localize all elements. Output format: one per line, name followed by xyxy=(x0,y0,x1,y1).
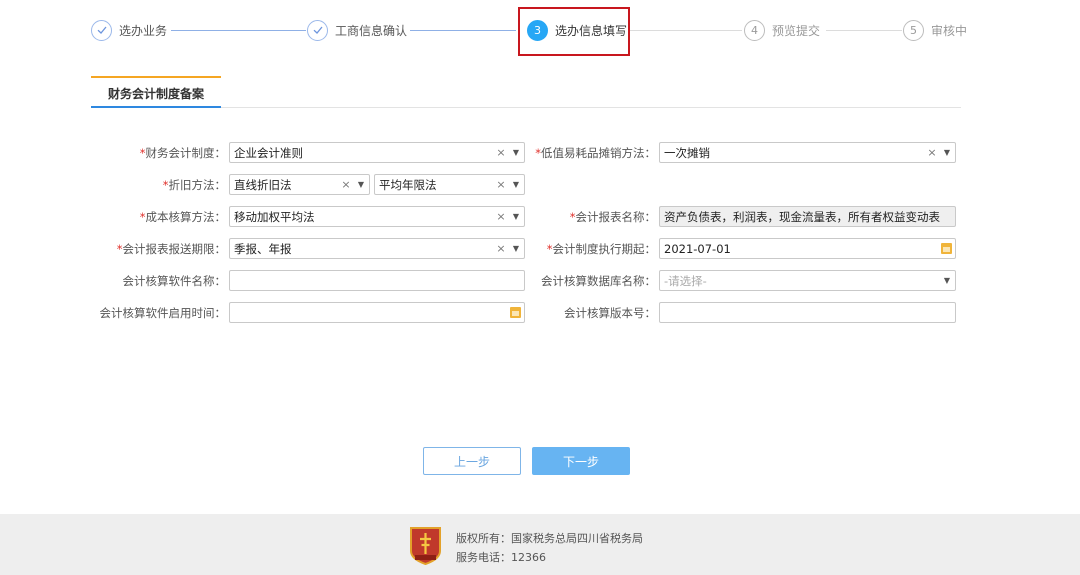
clear-icon[interactable]: × xyxy=(339,178,353,191)
tab-divider xyxy=(91,107,961,108)
depreciation-select-1[interactable]: 直线折旧法 × ▼ xyxy=(229,174,370,195)
cost-method-label: *成本核算方法： xyxy=(139,210,226,224)
progress-steps: 选办业务 工商信息确认 3 选办信息填写 4 预览提交 5 审核中 xyxy=(0,0,1080,60)
copyright-text: 版权所有：国家税务总局四川省税务局 xyxy=(456,532,643,545)
field-value: 资产负债表，利润表，现金流量表，所有者权益变动表 xyxy=(664,209,940,224)
check-icon xyxy=(307,19,328,41)
field-value: 2021-07-01 xyxy=(664,241,731,256)
prev-step-button[interactable]: 上一步 xyxy=(423,447,521,475)
clear-icon[interactable]: × xyxy=(494,210,508,223)
clear-icon[interactable]: × xyxy=(494,178,508,191)
software-name-input[interactable] xyxy=(229,270,525,291)
step-preview-submit[interactable]: 4 预览提交 xyxy=(744,19,820,41)
report-period-select[interactable]: 季报、年报 × ▼ xyxy=(229,238,525,259)
next-step-button[interactable]: 下一步 xyxy=(532,447,630,475)
accounting-system-select[interactable]: 企业会计准则 × ▼ xyxy=(229,142,525,163)
software-start-label: 会计核算软件启用时间： xyxy=(99,306,227,320)
select-value: 一次摊销 xyxy=(664,145,710,160)
software-start-input[interactable] xyxy=(229,302,525,323)
step-connector xyxy=(410,30,516,31)
low-value-method-select[interactable]: 一次摊销 × ▼ xyxy=(659,142,956,163)
clear-icon[interactable]: × xyxy=(925,146,939,159)
report-name-label: *会计报表名称： xyxy=(569,210,656,224)
low-value-method-label: *低值易耗品摊销方法： xyxy=(535,146,656,160)
check-icon xyxy=(91,19,112,41)
depreciation-label: *折旧方法： xyxy=(162,178,226,192)
calendar-icon[interactable] xyxy=(937,243,955,254)
chevron-down-icon[interactable]: ▼ xyxy=(939,148,955,157)
step-number: 4 xyxy=(744,19,765,41)
step-number: 5 xyxy=(903,19,924,41)
step-label: 选办业务 xyxy=(119,23,168,38)
chevron-down-icon[interactable]: ▼ xyxy=(508,180,524,189)
tax-emblem-icon xyxy=(409,525,442,566)
tab-active-indicator xyxy=(91,106,221,108)
clear-icon[interactable]: × xyxy=(494,146,508,159)
service-phone-text: 服务电话：12366 xyxy=(456,551,546,564)
step-connector xyxy=(826,30,902,31)
footer: 版权所有：国家税务总局四川省税务局 服务电话：12366 xyxy=(0,514,1080,575)
select-value: 企业会计准则 xyxy=(234,145,303,160)
chevron-down-icon[interactable]: ▼ xyxy=(939,276,955,285)
step-select-business[interactable]: 选办业务 xyxy=(91,19,167,41)
step-connector xyxy=(171,30,306,31)
tab-accounting-system-filing[interactable]: 财务会计制度备案 xyxy=(91,76,221,109)
step-under-review[interactable]: 5 审核中 xyxy=(903,19,967,41)
step-label: 工商信息确认 xyxy=(335,23,408,38)
step-business-info-confirm[interactable]: 工商信息确认 xyxy=(307,19,407,41)
clear-icon[interactable]: × xyxy=(494,242,508,255)
start-date-input[interactable]: 2021-07-01 xyxy=(659,238,956,259)
database-name-label: 会计核算数据库名称： xyxy=(541,274,656,288)
accounting-system-label: *财务会计制度： xyxy=(139,146,226,160)
start-date-label: *会计制度执行期起： xyxy=(546,242,656,256)
software-name-label: 会计核算软件名称： xyxy=(122,274,227,288)
version-input[interactable] xyxy=(659,302,956,323)
select-value: 移动加权平均法 xyxy=(234,209,315,224)
step-label: 审核中 xyxy=(931,23,968,38)
select-value: 直线折旧法 xyxy=(234,177,292,192)
select-value: 平均年限法 xyxy=(379,177,437,192)
chevron-down-icon[interactable]: ▼ xyxy=(353,180,369,189)
depreciation-select-2[interactable]: 平均年限法 × ▼ xyxy=(374,174,525,195)
database-name-select[interactable]: -请选择- ▼ xyxy=(659,270,956,291)
page: 选办业务 工商信息确认 3 选办信息填写 4 预览提交 5 审核中 财务会计制度… xyxy=(0,0,1080,575)
step-connector xyxy=(630,30,742,31)
version-label: 会计核算版本号： xyxy=(564,306,656,320)
report-period-label: *会计报表报送期限： xyxy=(116,242,226,256)
current-step-highlight xyxy=(518,7,630,56)
select-value: 季报、年报 xyxy=(234,241,292,256)
select-placeholder: -请选择- xyxy=(664,273,707,288)
report-name-field: 资产负债表，利润表，现金流量表，所有者权益变动表 xyxy=(659,206,956,227)
cost-method-select[interactable]: 移动加权平均法 × ▼ xyxy=(229,206,525,227)
step-label: 预览提交 xyxy=(772,23,821,38)
